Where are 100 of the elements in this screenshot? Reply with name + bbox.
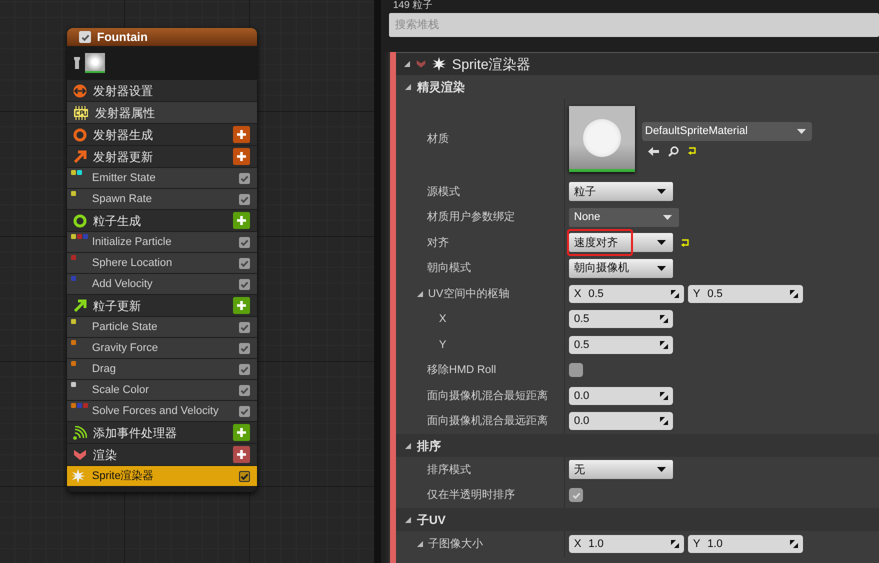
property-label: 源模式 xyxy=(427,184,460,200)
reset-arrow-icon[interactable] xyxy=(681,238,690,247)
star-burst-icon xyxy=(71,469,85,483)
add-button[interactable] xyxy=(233,126,250,143)
node-section-row[interactable]: 发射器属性 xyxy=(67,102,257,123)
checkbox[interactable] xyxy=(239,406,250,416)
particle-count: 149 粒子 xyxy=(392,0,434,12)
section-label: 粒子生成 xyxy=(93,212,142,230)
ring-icon xyxy=(73,128,87,142)
checkbox[interactable] xyxy=(79,31,91,43)
collapse-triangle-icon[interactable] xyxy=(405,516,411,522)
checkbox[interactable] xyxy=(239,342,250,354)
check-icon xyxy=(240,406,249,416)
left-arrow-icon[interactable] xyxy=(648,146,659,156)
check-icon xyxy=(80,32,90,42)
check-icon xyxy=(240,280,249,288)
node-section-row[interactable]: 添加事件处理器 xyxy=(67,422,257,443)
dropdown-value: 无 xyxy=(574,462,586,478)
module-row[interactable]: Sphere Location xyxy=(67,253,257,273)
module-row[interactable]: Initialize Particle xyxy=(67,232,257,252)
module-row[interactable]: Drag xyxy=(67,359,257,379)
search-icon[interactable] xyxy=(668,146,679,156)
module-row[interactable]: Sprite渲染器 xyxy=(67,466,257,486)
checkbox[interactable] xyxy=(569,488,583,502)
module-row[interactable]: Solve Forces and Velocity xyxy=(67,401,257,421)
category-label: 精灵渲染 xyxy=(417,79,465,96)
node-section-row[interactable]: 粒子更新 xyxy=(67,295,257,316)
chevron-icon xyxy=(73,448,87,462)
dropdown[interactable]: 朝向摄像机 xyxy=(569,258,673,278)
node-section-row[interactable]: 发射器生成 xyxy=(67,124,257,145)
property-label: Y xyxy=(439,338,446,352)
property-label: 材质 xyxy=(427,132,449,147)
checkbox[interactable] xyxy=(569,363,583,378)
node-section-row[interactable]: 发射器设置 xyxy=(67,80,257,101)
number-field[interactable]: X 0.5 xyxy=(569,284,684,303)
section-label: 渲染 xyxy=(93,446,118,464)
node-section-row[interactable]: 粒子生成 xyxy=(67,210,257,231)
chevron-icon xyxy=(416,59,426,69)
checkbox[interactable] xyxy=(239,258,250,268)
field-value: 1.0 xyxy=(707,536,724,552)
checkbox[interactable] xyxy=(239,194,250,204)
module-row[interactable]: Gravity Force xyxy=(67,338,257,358)
add-button[interactable] xyxy=(233,424,250,441)
search-field[interactable]: 搜索堆栈 xyxy=(389,13,879,37)
module-label: Add Velocity xyxy=(92,276,154,292)
number-field[interactable]: 0.5 xyxy=(569,336,673,354)
module-row[interactable]: Add Velocity xyxy=(67,274,257,294)
number-field[interactable]: Y 1.0 xyxy=(688,534,803,553)
module-row[interactable]: Emitter State xyxy=(67,168,257,188)
property-label: 移除HMD Roll xyxy=(427,363,496,378)
field-value: 1.0 xyxy=(588,536,605,552)
reset-arrow-icon[interactable] xyxy=(688,147,697,155)
plus-icon xyxy=(236,449,247,460)
add-button[interactable] xyxy=(233,212,250,229)
module-row[interactable]: Scale Color xyxy=(67,380,257,400)
checkbox[interactable] xyxy=(239,364,250,374)
checkbox[interactable] xyxy=(239,278,250,290)
collapse-triangle-icon[interactable] xyxy=(405,84,411,90)
expanded-triangle-icon[interactable] xyxy=(417,290,423,297)
checkbox[interactable] xyxy=(239,322,250,332)
dropdown[interactable]: 粒子 xyxy=(569,182,673,202)
check-icon xyxy=(240,344,249,352)
number-field[interactable]: 0.0 xyxy=(569,412,673,430)
dropdown[interactable]: 无 xyxy=(569,460,673,480)
module-row[interactable]: Spawn Rate xyxy=(67,189,257,209)
collapse-triangle-icon[interactable] xyxy=(404,61,410,67)
dropdown[interactable]: None xyxy=(569,208,679,227)
module-label: Sprite渲染器 xyxy=(92,468,155,484)
drag-handle-icon xyxy=(671,540,679,548)
checkbox[interactable] xyxy=(239,236,250,248)
module-label: Solve Forces and Velocity xyxy=(92,404,220,419)
number-field[interactable]: 0.5 xyxy=(569,310,673,328)
number-field[interactable]: Y 0.5 xyxy=(688,284,803,303)
expanded-triangle-icon[interactable] xyxy=(417,540,423,547)
check-icon xyxy=(240,258,249,268)
node-section-row[interactable]: 渲染 xyxy=(67,444,257,465)
module-label: Emitter State xyxy=(92,170,157,186)
material-dropdown[interactable]: DefaultSpriteMaterial xyxy=(642,122,812,140)
property-label: 面向摄像机混合最短距离 xyxy=(427,388,548,404)
checkbox[interactable] xyxy=(239,172,250,184)
checkbox[interactable] xyxy=(239,470,250,482)
number-field[interactable]: 0.0 xyxy=(569,386,673,405)
dropdown-value: 朝向摄像机 xyxy=(574,261,630,276)
property-label: 面向摄像机混合最远距离 xyxy=(427,414,548,429)
field-value: 0.5 xyxy=(588,286,605,302)
collapse-triangle-icon[interactable] xyxy=(405,442,411,448)
module-label: Gravity Force xyxy=(92,340,160,356)
node-section-row[interactable]: 发射器更新 xyxy=(67,146,257,167)
add-button[interactable] xyxy=(233,148,250,165)
checkbox[interactable] xyxy=(239,384,250,396)
add-button[interactable] xyxy=(233,446,250,463)
ring-icon xyxy=(73,214,87,228)
module-row[interactable]: Particle State xyxy=(67,317,257,337)
drag-handle-icon xyxy=(790,540,798,548)
add-button[interactable] xyxy=(233,297,250,314)
caret-icon xyxy=(657,266,666,271)
number-field[interactable]: X 1.0 xyxy=(569,534,684,553)
dropdown-value: 速度对齐 xyxy=(574,236,619,250)
plus-icon xyxy=(236,129,247,140)
property-label: UV空间中的枢轴 xyxy=(428,286,510,302)
